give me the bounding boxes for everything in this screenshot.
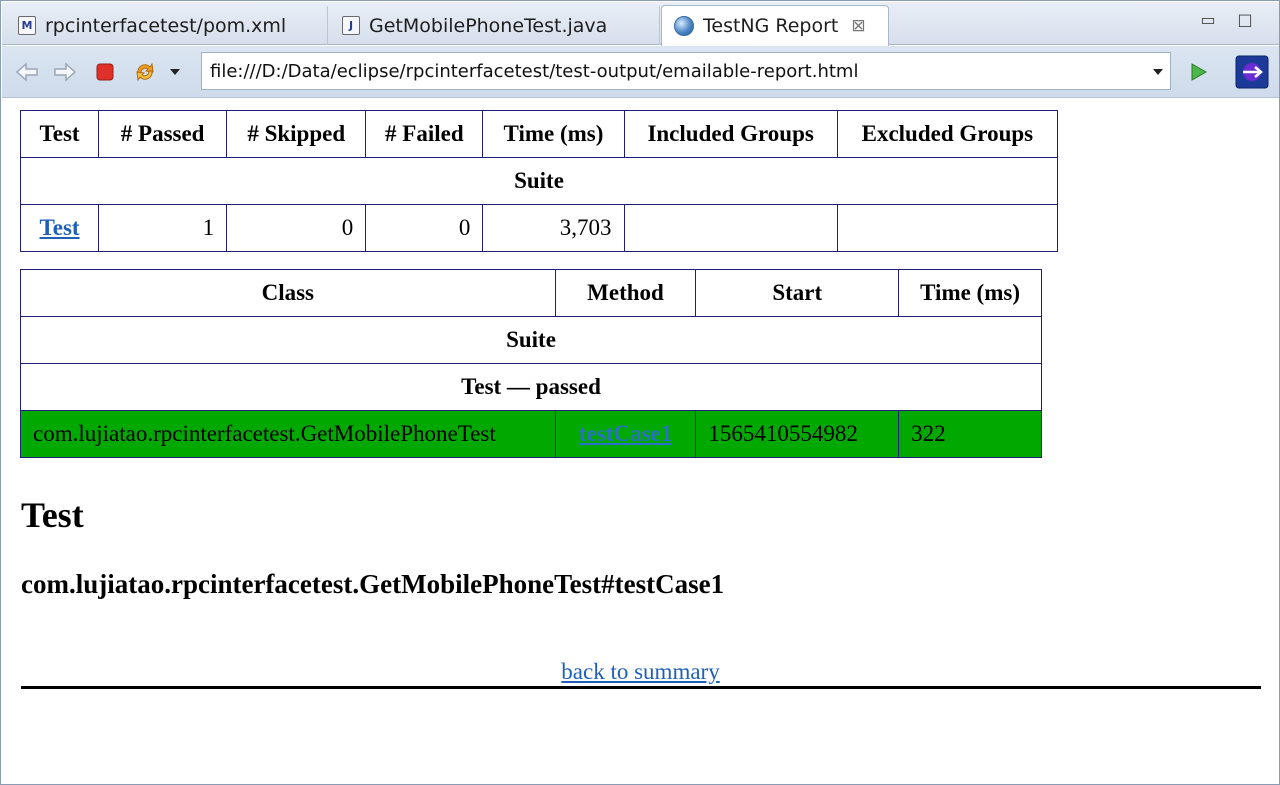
start-value: 1565410554982 <box>695 410 900 458</box>
tab-getmobilephonetest-java[interactable]: J GetMobilePhoneTest.java <box>330 6 660 45</box>
passed-count: 1 <box>98 204 228 252</box>
close-tab-icon[interactable]: ⊠ <box>851 17 865 35</box>
methods-header-row: Class Method Start Time (ms) <box>20 269 1042 317</box>
chevron-down-icon <box>1153 69 1163 75</box>
browser-toolbar <box>2 46 1279 98</box>
refresh-menu-dropdown[interactable] <box>167 59 183 85</box>
time-value: 322 <box>898 410 1042 458</box>
back-to-summary-link[interactable]: back to summary <box>561 659 719 684</box>
test-link[interactable]: Test <box>40 215 80 240</box>
col-header-passed: # Passed <box>98 110 228 158</box>
tab-label: rpcinterfacetest/pom.xml <box>45 14 287 37</box>
summary-header-row: Test # Passed # Skipped # Failed Time (m… <box>19 110 1059 158</box>
col-header-method: Method <box>554 269 697 317</box>
report-page: Test # Passed # Skipped # Failed Time (m… <box>2 99 1279 784</box>
horizontal-rule <box>21 686 1261 689</box>
forward-arrow-icon <box>54 62 77 82</box>
tab-testng-report[interactable]: TestNG Report ⊠ <box>661 5 889 46</box>
time-value: 3,703 <box>482 204 625 252</box>
minimize-button[interactable]: ▭ <box>1199 12 1217 28</box>
stop-button[interactable] <box>92 59 118 85</box>
globe-icon <box>674 16 694 36</box>
refresh-button[interactable] <box>132 59 158 85</box>
method-cell: testCase1 <box>554 410 697 458</box>
back-arrow-icon <box>15 62 38 82</box>
skipped-count: 0 <box>226 204 367 252</box>
col-header-excluded-groups: Excluded Groups <box>836 110 1059 158</box>
go-button[interactable] <box>1185 59 1211 85</box>
summary-table: Test # Passed # Skipped # Failed Time (m… <box>19 110 1059 252</box>
maven-xml-file-icon: M <box>18 16 36 35</box>
col-header-time: Time (ms) <box>482 110 625 158</box>
method-heading: com.lujiatao.rpcinterfacetest.GetMobileP… <box>21 569 725 599</box>
test-status-label: Test — passed <box>20 363 1042 411</box>
maximize-button[interactable]: □ <box>1236 12 1254 28</box>
excluded-groups-value <box>836 204 1059 252</box>
col-header-start: Start <box>695 269 900 317</box>
col-header-class: Class <box>20 269 556 317</box>
col-header-included-groups: Included Groups <box>623 110 838 158</box>
table-row: Test 1 0 0 3,703 <box>19 204 1059 252</box>
back-button[interactable] <box>14 59 40 85</box>
stop-icon <box>96 63 114 81</box>
refresh-icon <box>136 62 154 82</box>
class-name-cell: com.lujiatao.rpcinterfacetest.GetMobileP… <box>20 410 556 458</box>
col-header-failed: # Failed <box>365 110 484 158</box>
included-groups-value <box>623 204 838 252</box>
table-row: com.lujiatao.rpcinterfacetest.GetMobileP… <box>20 410 1042 458</box>
dropdown-arrow-icon <box>170 69 180 75</box>
tab-label: GetMobilePhoneTest.java <box>369 14 608 37</box>
status-row: Test — passed <box>20 363 1042 411</box>
method-link[interactable]: testCase1 <box>579 421 672 446</box>
suite-row: Suite <box>20 316 1042 364</box>
forward-button[interactable] <box>52 59 78 85</box>
java-file-icon: J <box>342 16 360 35</box>
url-history-dropdown[interactable] <box>1152 65 1164 80</box>
test-heading: Test <box>21 495 84 535</box>
tab-label: TestNG Report <box>703 15 839 37</box>
test-name-cell: Test <box>19 204 100 252</box>
suite-row: Suite <box>20 157 1058 205</box>
col-header-test: Test <box>19 110 100 158</box>
tab-pom-xml[interactable]: M rpcinterfacetest/pom.xml <box>6 6 328 45</box>
suite-label: Suite <box>20 157 1058 205</box>
editor-tab-bar: M rpcinterfacetest/pom.xml J GetMobilePh… <box>2 2 1279 46</box>
failed-count: 0 <box>365 204 484 252</box>
col-header-skipped: # Skipped <box>226 110 367 158</box>
col-header-time: Time (ms) <box>898 269 1042 317</box>
methods-table: Class Method Start Time (ms) Suite Test … <box>20 269 1042 458</box>
back-to-summary-container: back to summary <box>2 659 1279 685</box>
external-browser-icon <box>1235 55 1269 89</box>
go-play-icon <box>1191 63 1208 81</box>
suite-label: Suite <box>20 316 1042 364</box>
url-input[interactable] <box>208 59 1128 83</box>
open-external-browser-button[interactable] <box>1235 55 1269 89</box>
eclipse-editor-window: M rpcinterfacetest/pom.xml J GetMobilePh… <box>0 0 1280 785</box>
address-bar[interactable] <box>201 52 1171 90</box>
